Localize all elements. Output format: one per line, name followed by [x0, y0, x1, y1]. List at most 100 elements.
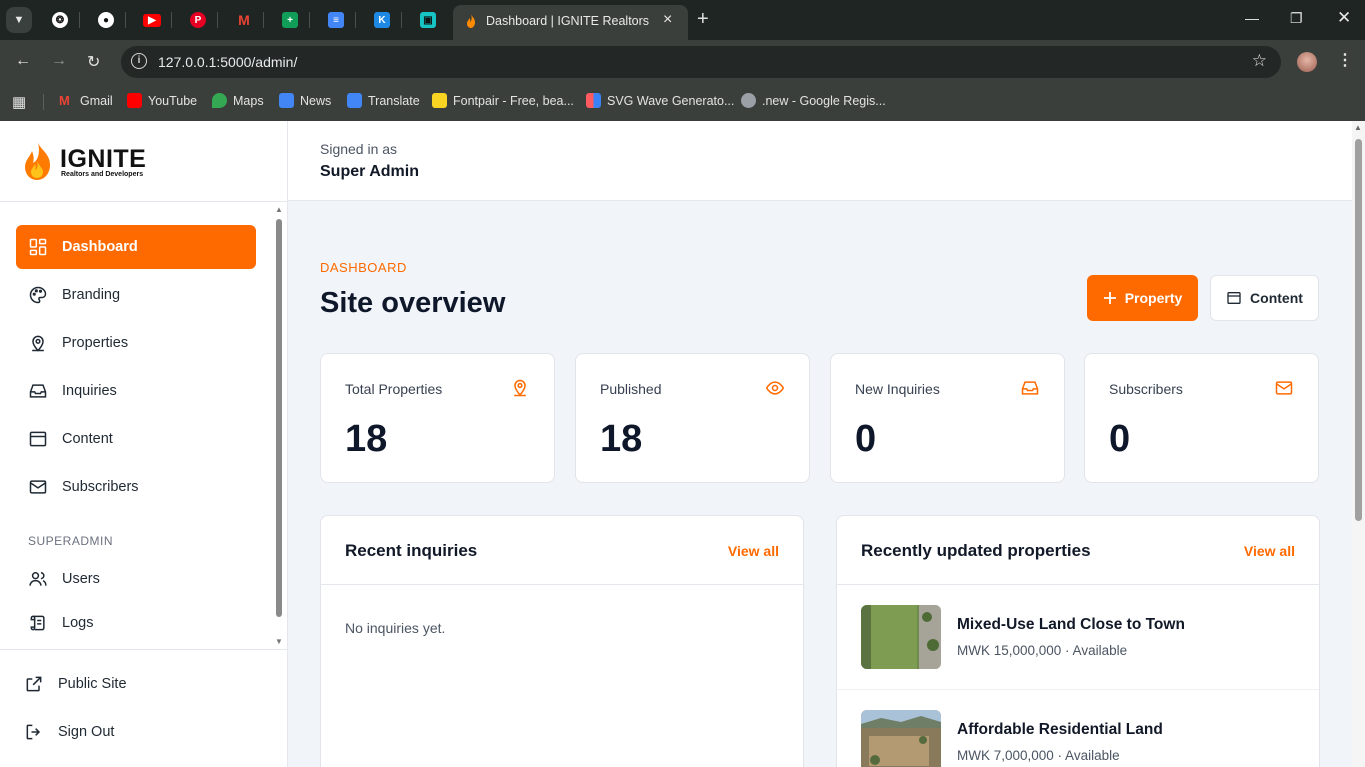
flame-icon: [467, 14, 475, 28]
bookmarks-bar: ▦ M Gmail YouTube Maps News Translate Fon…: [0, 84, 1365, 121]
new-tab-button[interactable]: +: [697, 8, 709, 30]
map-pin-icon: [32, 335, 44, 352]
apps-grid-icon[interactable]: ▦: [12, 93, 26, 111]
layout-icon: [1227, 292, 1241, 304]
property-list-item[interactable]: Mixed-Use Land Close to Town MWK 15,000,…: [837, 585, 1319, 690]
property-thumbnail: [861, 605, 941, 669]
sidebar-item-inquiries[interactable]: Inquiries: [16, 369, 256, 413]
mail-icon: [29, 480, 47, 494]
flame-logo-icon: [25, 142, 50, 180]
profile-avatar[interactable]: [1297, 52, 1317, 72]
property-name: Mixed-Use Land Close to Town: [957, 616, 1185, 633]
palette-icon: [29, 286, 47, 304]
layout-icon: [29, 431, 47, 447]
property-list-item[interactable]: Affordable Residential Land MWK 7,000,00…: [837, 690, 1319, 767]
bookmark-gmail[interactable]: M Gmail: [59, 93, 113, 108]
inquiries-view-all-link[interactable]: View all: [728, 543, 779, 559]
property-meta: MWK 7,000,000 · Available: [957, 748, 1120, 763]
maps-icon: [212, 93, 227, 108]
gmail-icon: M: [238, 12, 250, 28]
tab-close-icon[interactable]: ×: [663, 11, 672, 29]
site-info-icon[interactable]: i: [131, 53, 147, 69]
forward-button[interactable]: →: [51, 52, 67, 70]
app-icon: K: [374, 12, 390, 28]
inbox-icon: [1021, 381, 1039, 395]
reload-button[interactable]: ↻: [87, 52, 100, 72]
pinned-tab-tool[interactable]: ▣: [415, 8, 441, 32]
brand-name: IGNITE: [60, 145, 147, 173]
url-text[interactable]: 127.0.0.1:5000/admin/: [158, 54, 297, 70]
pinned-tab-youtube[interactable]: ▶: [139, 8, 165, 32]
bookmark-svgwave[interactable]: SVG Wave Generato...: [586, 93, 734, 108]
browser-tab-bar: ▼ ❂ ● ▶ P M + ≡ K ▣ Dashboard | IGNITE R…: [0, 0, 1365, 40]
sidebar-item-subscribers[interactable]: Subscribers: [16, 465, 256, 509]
pinned-tab-kotlin[interactable]: K: [369, 8, 395, 32]
bookmark-google-registry[interactable]: .new - Google Regis...: [741, 93, 886, 108]
external-link-icon: [26, 676, 42, 692]
tab-search-button[interactable]: ▼: [6, 7, 32, 33]
fontpair-icon: [432, 93, 447, 108]
plus-icon: [1103, 292, 1116, 304]
docs-icon: ≡: [328, 12, 344, 28]
page-scrollbar[interactable]: ▲: [1352, 121, 1365, 767]
stat-card-subscribers: Subscribers 0: [1084, 353, 1319, 483]
signed-in-label: Signed in as: [320, 141, 398, 157]
admin-sidebar: IGNITE Realtors and Developers Dashboard…: [0, 121, 288, 767]
bookmark-star-icon[interactable]: ☆: [1252, 51, 1267, 71]
back-button[interactable]: ←: [15, 52, 31, 70]
sidebar-item-logs[interactable]: Logs: [16, 601, 256, 645]
map-pin-icon: [514, 379, 526, 397]
youtube-icon: ▶: [143, 13, 161, 27]
stat-label: Published: [600, 381, 662, 397]
property-thumbnail: [861, 710, 941, 767]
sidebar-scrollbar[interactable]: ▲ ▼: [274, 205, 284, 647]
add-property-label: Property: [1124, 290, 1183, 306]
address-toolbar: ← → ↻ i 127.0.0.1:5000/admin/ ☆ ⋮: [0, 40, 1365, 84]
pinned-tab-github[interactable]: ●: [93, 8, 119, 32]
stat-card-new-inquiries: New Inquiries 0: [830, 353, 1065, 483]
page-eyebrow: DASHBOARD: [320, 260, 407, 275]
sidebar-item-label: Logs: [62, 615, 94, 631]
pinned-tab-sheets[interactable]: +: [277, 8, 303, 32]
sidebar-item-dashboard[interactable]: Dashboard: [16, 225, 256, 269]
brand-tagline: Realtors and Developers: [61, 171, 144, 178]
omnibox[interactable]: i 127.0.0.1:5000/admin/ ☆: [121, 46, 1281, 78]
chatgpt-icon: ❂: [52, 12, 68, 28]
bookmark-translate[interactable]: Translate: [347, 93, 420, 108]
sign-out-button[interactable]: Sign Out: [12, 710, 252, 754]
active-tab[interactable]: Dashboard | IGNITE Realtors and Develope…: [453, 5, 688, 40]
gmail-icon: M: [59, 93, 70, 108]
properties-view-all-link[interactable]: View all: [1244, 543, 1295, 559]
sidebar-item-users[interactable]: Users: [16, 557, 256, 601]
add-property-button[interactable]: Property: [1087, 275, 1198, 321]
public-site-link[interactable]: Public Site: [12, 662, 252, 706]
close-window-button[interactable]: ✕: [1337, 8, 1351, 28]
pinned-tab-docs[interactable]: ≡: [323, 8, 349, 32]
bookmark-fontpair[interactable]: Fontpair - Free, bea...: [432, 93, 574, 108]
bookmark-maps[interactable]: Maps: [212, 93, 264, 108]
pinterest-icon: P: [190, 12, 206, 28]
brand-logo[interactable]: IGNITE Realtors and Developers: [22, 139, 162, 183]
bookmark-youtube[interactable]: YouTube: [127, 93, 197, 108]
pinned-tab-chatgpt[interactable]: ❂: [47, 8, 73, 32]
bookmark-news[interactable]: News: [279, 93, 331, 108]
sidebar-item-properties[interactable]: Properties: [16, 321, 256, 365]
content-button[interactable]: Content: [1210, 275, 1319, 321]
sidebar-item-content[interactable]: Content: [16, 417, 256, 461]
restore-button[interactable]: ❐: [1290, 10, 1303, 27]
recent-inquiries-panel: Recent inquiries View all No inquiries y…: [320, 515, 804, 767]
tool-icon: ▣: [420, 12, 436, 28]
browser-menu-icon[interactable]: ⋮: [1337, 50, 1353, 70]
content-button-label: Content: [1250, 290, 1303, 306]
globe-icon: [741, 93, 756, 108]
mail-icon: [1275, 381, 1293, 395]
pinned-tab-pinterest[interactable]: P: [185, 8, 211, 32]
pinned-tab-gmail[interactable]: M: [231, 8, 257, 32]
sidebar-item-branding[interactable]: Branding: [16, 273, 256, 317]
sidebar-item-label: Properties: [62, 335, 129, 351]
stat-card-total-properties: Total Properties 18: [320, 353, 555, 483]
inbox-icon: [29, 384, 47, 398]
sidebar-item-label: Content: [62, 431, 113, 447]
empty-state-text: No inquiries yet.: [345, 620, 446, 636]
minimize-button[interactable]: —: [1245, 10, 1259, 26]
